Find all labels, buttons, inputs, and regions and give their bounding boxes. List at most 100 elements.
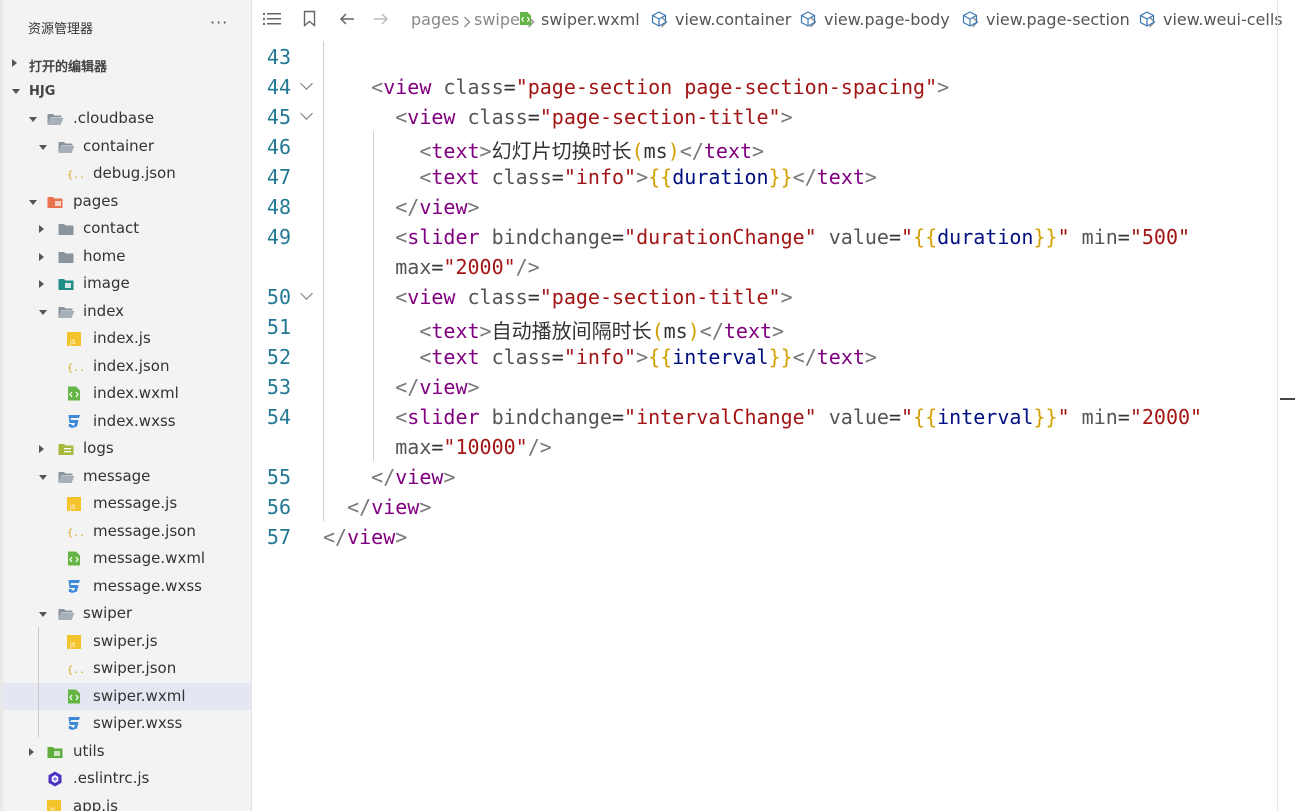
js-file-icon: JS <box>67 496 83 511</box>
tree-item-swiper-js[interactable]: JS swiper.js <box>3 628 251 655</box>
code-line[interactable]: <view class="page-section-title"> <box>323 105 792 129</box>
code-line[interactable]: max="2000"/> <box>323 255 540 279</box>
logs-folder-icon <box>58 441 74 456</box>
workspace-section[interactable]: HJG <box>3 78 251 105</box>
tree-item-index-js[interactable]: JS index.js <box>3 325 251 352</box>
code-line[interactable]: </view> <box>323 465 455 489</box>
chevron-down-icon[interactable] <box>39 144 47 150</box>
code-token: ) <box>667 139 680 163</box>
code-token: </ <box>347 495 372 519</box>
code-token: = <box>612 405 625 429</box>
chevron-right-icon[interactable] <box>39 280 44 288</box>
code-token: /> <box>527 435 552 459</box>
svg-text:JS: JS <box>69 504 76 511</box>
tree-item-message[interactable]: message <box>3 463 251 490</box>
tree-item-message-wxss[interactable]: message.wxss <box>3 573 251 600</box>
tree-item-home[interactable]: home <box>3 243 251 270</box>
json-file-icon: {..} <box>67 166 91 181</box>
chevron-down-icon[interactable] <box>39 474 47 480</box>
svg-text:JS: JS <box>69 339 76 346</box>
tree-item-message-js[interactable]: JS message.js <box>3 490 251 517</box>
tree-item-index[interactable]: index <box>3 298 251 325</box>
tree-item-debug-json[interactable]: {..} debug.json <box>3 160 251 187</box>
open-editors-section[interactable]: 打开的编辑器 <box>3 50 251 77</box>
tree-item-message-json[interactable]: {..} message.json <box>3 518 251 545</box>
code-token: = <box>1117 405 1130 429</box>
editor-scrollbar[interactable] <box>1277 0 1278 811</box>
code-token: = <box>527 285 540 309</box>
code-editor[interactable]: 43 44 45 46 47 48 49 50 51 52 53 54 55 56 57 <view cla… <box>253 0 1295 811</box>
code-line[interactable]: <view class="page-section-title"> <box>323 285 792 309</box>
svg-text:{..}: {..} <box>67 528 85 539</box>
code-line[interactable]: <text>自动播放间隔时长(ms)</text> <box>323 315 784 344</box>
tree-item-label: .eslintrc.js <box>73 769 150 787</box>
code-token: < <box>395 225 408 249</box>
code-line[interactable]: </view> <box>323 525 407 549</box>
tree-item-container[interactable]: container <box>3 133 251 160</box>
code-line[interactable]: </view> <box>323 195 479 219</box>
tree-item-index-wxml[interactable]: index.wxml <box>3 380 251 407</box>
chevron-right-icon[interactable] <box>39 225 44 233</box>
tree-item-contact[interactable]: contact <box>3 215 251 242</box>
code-token: </ <box>323 525 348 549</box>
fold-chevron-icon[interactable] <box>300 107 313 120</box>
tree-item-index-wxss[interactable]: index.wxss <box>3 408 251 435</box>
tree-item-swiper-json[interactable]: {..} swiper.json <box>3 655 251 682</box>
tree-item-image[interactable]: image <box>3 270 251 297</box>
code-token: "2000" <box>443 255 516 279</box>
folder-open-icon <box>47 111 64 126</box>
tree-item-swiper[interactable]: swiper <box>3 600 251 627</box>
chevron-right-icon[interactable] <box>29 747 34 756</box>
overview-ruler-mark <box>1280 398 1295 400</box>
tree-item-pages[interactable]: pages <box>3 188 251 215</box>
code-line[interactable]: <slider bindchange="durationChange" valu… <box>323 225 1190 249</box>
tree-item-swiper-wxml[interactable]: swiper.wxml <box>3 682 251 710</box>
code-token: > <box>636 165 649 189</box>
code-token: = <box>1117 225 1130 249</box>
tree-item-swiper-wxss[interactable]: swiper.wxss <box>3 710 251 737</box>
code-line[interactable]: max="10000"/> <box>323 435 552 459</box>
svg-text:JS: JS <box>69 642 76 649</box>
code-line[interactable]: <view class="page-section page-section-s… <box>323 75 949 99</box>
chevron-down-icon[interactable] <box>29 199 37 205</box>
code-token: max <box>395 435 432 459</box>
chevron-right-icon[interactable] <box>39 445 44 453</box>
code-token: < <box>419 165 432 189</box>
tree-item-eslintrc-js[interactable]: .eslintrc.js <box>3 765 251 792</box>
chevron-down-icon[interactable] <box>39 309 47 315</box>
chevron-right-icon[interactable] <box>39 252 44 261</box>
tree-item-index-json[interactable]: {..} index.json <box>3 353 251 380</box>
tree-item-cloudbase[interactable]: .cloudbase <box>3 105 251 132</box>
code-line[interactable]: <slider bindchange="intervalChange" valu… <box>323 405 1202 429</box>
tree-item-utils[interactable]: utils <box>3 738 251 765</box>
tree-item-logs[interactable]: logs <box>3 435 251 462</box>
tree-item-message-wxml[interactable]: message.wxml <box>3 545 251 572</box>
code-line[interactable]: <text class="info">{{duration}}</text> <box>323 165 877 189</box>
chevron-down-icon[interactable] <box>39 612 47 617</box>
code-line[interactable]: </view> <box>323 375 479 399</box>
wxss-file-icon <box>67 579 83 594</box>
line-number: 49 <box>266 225 291 249</box>
fold-chevron-icon[interactable] <box>300 77 313 90</box>
line-number: 53 <box>266 375 291 399</box>
wxss-file-icon <box>67 716 83 731</box>
fold-chevron-icon[interactable] <box>300 287 313 300</box>
line-number: 50 <box>266 285 291 309</box>
chevron-down-icon[interactable] <box>29 117 37 122</box>
code-line[interactable]: <text class="info">{{interval}}</text> <box>323 345 877 369</box>
code-token: </ <box>792 345 817 369</box>
code-token: min <box>1069 405 1118 429</box>
tree-item-label: message.wxss <box>93 576 202 595</box>
tree-item-app-js[interactable]: JS app.js <box>3 793 251 811</box>
folder-icon <box>58 249 74 264</box>
more-actions-icon[interactable]: ··· <box>210 13 228 32</box>
code-token: interval <box>937 405 1034 429</box>
code-token: > <box>636 345 649 369</box>
code-line[interactable]: </view> <box>323 495 431 519</box>
tree-item-label: swiper.wxml <box>93 686 186 705</box>
code-line[interactable]: <text>幻灯片切换时长(ms)</text> <box>323 135 764 164</box>
code-token: < <box>371 75 384 99</box>
